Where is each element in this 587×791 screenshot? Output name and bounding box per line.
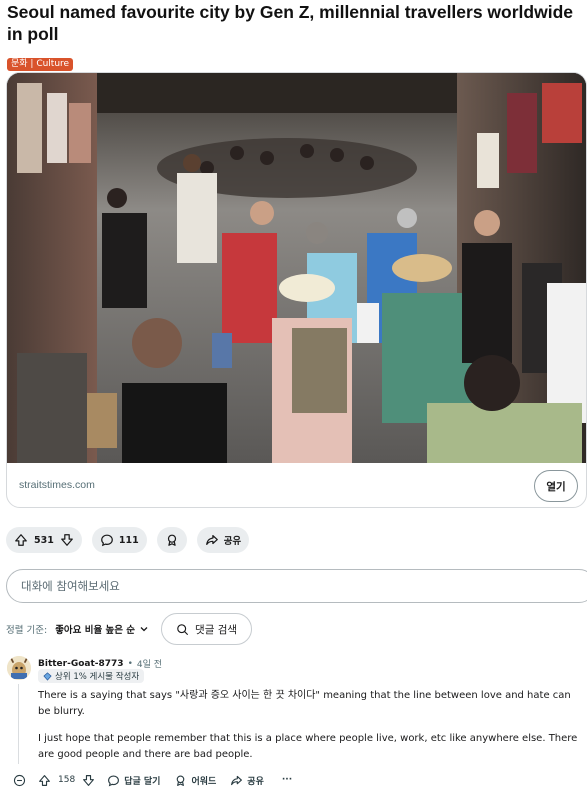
link-preview-card[interactable]: straitstimes.com 열기 (6, 72, 587, 508)
top-poster-badge: 상위 1% 게시물 작성자 (38, 669, 145, 683)
post-score: 531 (34, 534, 54, 546)
speech-bubble-icon (108, 774, 120, 786)
thread-line[interactable] (18, 684, 19, 764)
search-comments-button[interactable]: 댓글 검색 (161, 613, 253, 645)
arrow-up-icon[interactable] (14, 533, 28, 547)
share-arrow-icon (231, 775, 243, 785)
share-button[interactable]: 공유 (196, 527, 250, 553)
post-action-bar: 531 111 공유 (6, 527, 250, 553)
award-icon (167, 534, 176, 546)
diamond-icon (43, 671, 52, 681)
award-icon (177, 774, 185, 786)
post-image[interactable] (7, 73, 587, 463)
reply-label: 답글 달기 (124, 776, 161, 787)
minus-circle-icon[interactable] (13, 774, 26, 787)
share-label: 공유 (223, 536, 242, 547)
comment-body: There is a saying that says "사랑과 증오 사이는 … (38, 688, 583, 763)
speech-bubble-icon (100, 534, 113, 547)
comment-time: 4일 전 (136, 660, 163, 670)
post-flair[interactable]: 문화 | Culture (7, 58, 74, 71)
post-title: Seoul named favourite city by Gen Z, mil… (7, 2, 573, 44)
comment-vote-control: 158 (38, 774, 95, 787)
comment-author[interactable]: Bitter-Goat-8773 (38, 659, 124, 669)
comment-paragraph: There is a saying that says "사랑과 증오 사이는 … (38, 690, 571, 717)
more-options-button[interactable]: ··· (282, 775, 292, 785)
comment-input-placeholder: 대화에 참여해보세요 (21, 579, 120, 593)
award-button[interactable] (156, 527, 187, 553)
comment-share-label: 공유 (247, 776, 264, 787)
comment-action-bar: 158 답글 달기 어워드 공유 ··· (13, 771, 292, 789)
meta-separator: • (127, 658, 133, 669)
share-arrow-icon (205, 535, 218, 545)
comment-paragraph: I just hope that people remember that th… (38, 733, 578, 760)
badge-label: 상위 1% 게시물 작성자 (55, 672, 140, 682)
comment-sort-bar: 정렬 기준: 좋아요 비율 높은 순 댓글 검색 (6, 613, 253, 645)
sort-dropdown[interactable]: 좋아요 비율 높은 순 (55, 622, 149, 636)
comments-button[interactable]: 111 (91, 527, 147, 553)
award-label: 어워드 (191, 776, 217, 787)
link-domain[interactable]: straitstimes.com (19, 479, 95, 491)
search-comments-label: 댓글 검색 (195, 623, 238, 636)
comment-input[interactable]: 대화에 참여해보세요 (6, 569, 587, 603)
open-link-button[interactable]: 열기 (534, 470, 578, 502)
comment-share-button[interactable]: 공유 (230, 774, 264, 787)
arrow-up-icon[interactable] (38, 774, 51, 787)
avatar[interactable] (7, 656, 31, 680)
reply-button[interactable]: 답글 달기 (107, 774, 160, 787)
arrow-down-icon[interactable] (60, 533, 74, 547)
arrow-down-icon[interactable] (82, 774, 95, 787)
chevron-down-icon (140, 627, 148, 632)
sort-value: 좋아요 비율 높은 순 (55, 625, 136, 636)
vote-control: 531 (6, 527, 82, 553)
goat-avatar-icon (7, 656, 31, 680)
comment-award-button[interactable]: 어워드 (174, 774, 216, 787)
sort-label: 정렬 기준: (6, 625, 48, 636)
search-icon (177, 623, 188, 635)
comment-count: 111 (118, 534, 139, 546)
comment-score: 158 (58, 775, 76, 785)
